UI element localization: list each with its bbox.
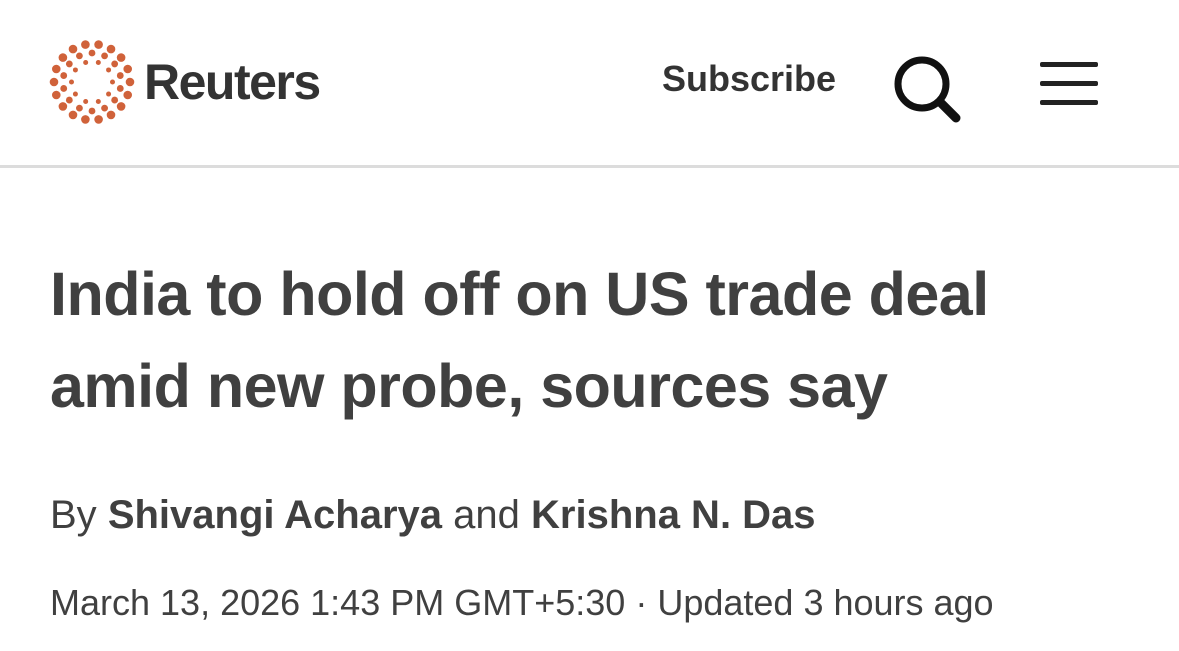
dateline: March 13, 2026 1:43 PM GMT+5:30 · Update… [50, 580, 994, 626]
hamburger-menu-icon [1040, 62, 1098, 105]
search-icon [894, 56, 961, 123]
logo-dot [94, 40, 103, 49]
search-button[interactable] [888, 48, 968, 128]
logo-dot [76, 52, 83, 60]
logo-dot [125, 77, 135, 87]
logo-dot [116, 85, 124, 92]
logo-dot [68, 110, 78, 120]
byline-conjunction: and [453, 493, 520, 537]
logo-dot [111, 60, 119, 68]
logo-dot [60, 72, 68, 79]
author-link-1[interactable]: Shivangi Acharya [108, 493, 442, 537]
logo-dot [69, 79, 74, 85]
published-date: March 13, 2026 1:43 PM GMT+5:30 [50, 582, 626, 623]
logo-dot [51, 64, 61, 74]
logo-dot [106, 110, 116, 120]
brand-name: Reuters [144, 54, 321, 110]
menu-button[interactable] [1036, 58, 1102, 110]
logo-dot [111, 96, 119, 104]
logo-dot [68, 44, 78, 54]
logo-dot [81, 115, 90, 124]
logo-dot [95, 99, 101, 104]
reuters-logo[interactable]: Reuters [48, 38, 321, 126]
logo-dot [106, 91, 112, 97]
logo-dot [81, 40, 90, 49]
logo-dot [49, 77, 59, 87]
article-headline: India to hold off on US trade deal amid … [50, 260, 989, 420]
logo-dot [106, 44, 116, 54]
logo-dot [83, 99, 89, 104]
logo-dot [94, 115, 103, 124]
logo-dot [51, 90, 61, 100]
logo-dot [65, 96, 73, 104]
reuters-logo-icon [49, 40, 135, 124]
logo-dot [58, 102, 68, 111]
updated-time: Updated 3 hours ago [657, 582, 994, 623]
logo-dot [72, 91, 78, 97]
author-link-2[interactable]: Krishna N. Das [531, 493, 816, 537]
logo-dot [116, 53, 126, 62]
byline-prefix: By [50, 493, 97, 537]
logo-dot [83, 60, 89, 65]
logo-dot [88, 107, 96, 115]
logo-dot [101, 104, 108, 112]
logo-dot [88, 49, 96, 57]
site-header: Reuters Subscribe [0, 0, 1179, 168]
subscribe-button[interactable]: Subscribe [662, 58, 836, 100]
date-separator: · [635, 582, 648, 623]
logo-dot [101, 52, 108, 60]
logo-dot [58, 53, 68, 62]
logo-dot [60, 85, 68, 92]
byline: By Shivangi Acharya and Krishna N. Das [50, 490, 816, 540]
logo-dot [110, 79, 115, 85]
logo-dot [95, 60, 101, 65]
logo-dot [123, 90, 133, 100]
logo-dot [76, 104, 83, 112]
logo-dot [106, 67, 112, 73]
logo-dot [116, 102, 126, 111]
logo-dot [116, 72, 124, 79]
logo-dot [123, 64, 133, 74]
logo-dot [72, 67, 78, 73]
logo-dot [65, 60, 73, 68]
